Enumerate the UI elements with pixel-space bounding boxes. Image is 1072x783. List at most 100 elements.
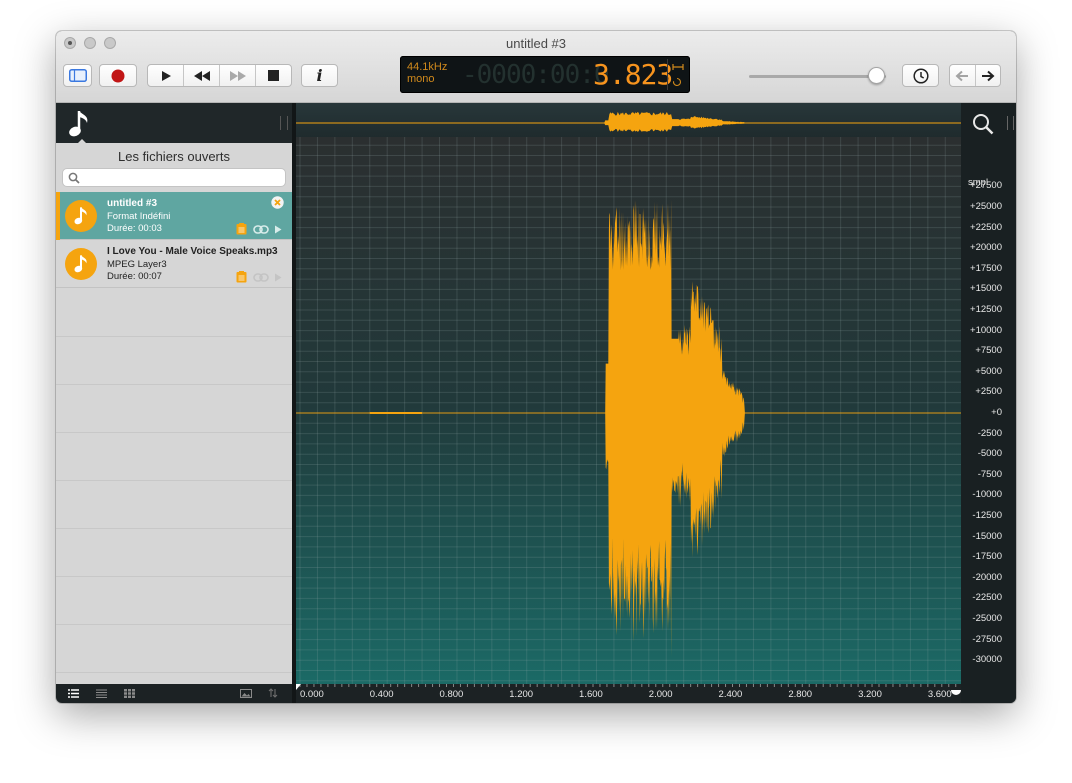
empty-row-divider <box>56 432 292 433</box>
sidebar-toggle-button[interactable] <box>63 64 92 87</box>
arrow-right-icon <box>981 70 995 81</box>
file-format: MPEG Layer3 <box>107 259 167 270</box>
waveform-editor: 0.000 0.400 0.800 1.200 1.600 2.000 2.400 2.800… <box>296 103 961 703</box>
audio-file-icon <box>65 200 97 232</box>
play-file-icon[interactable] <box>274 273 282 282</box>
sidebar-footer <box>56 684 292 703</box>
time-tick-label: 0.800 <box>439 689 464 700</box>
compact-list-view-icon[interactable] <box>96 689 107 698</box>
play-file-icon[interactable] <box>274 225 282 234</box>
amplitude-tick-label: +2500 <box>975 386 1002 398</box>
sidebar-resize-handle[interactable] <box>280 116 288 130</box>
file-item[interactable]: untitled #3 Format Indéfini Durée: 00:03 <box>56 192 292 240</box>
file-item[interactable]: I Love You - Male Voice Speaks.mp3 MPEG … <box>56 240 292 288</box>
fast-forward-button[interactable] <box>220 65 256 86</box>
empty-row-divider <box>56 480 292 481</box>
rewind-button[interactable] <box>184 65 220 86</box>
time-tick-label: 3.200 <box>858 689 882 700</box>
empty-row-divider <box>56 384 292 385</box>
transport-controls <box>147 64 292 87</box>
empty-row-divider <box>56 336 292 337</box>
empty-row-divider <box>56 672 292 673</box>
amplitude-tick-label: -17500 <box>972 551 1002 563</box>
time-tick-label: 2.800 <box>788 689 813 700</box>
selection-marker <box>56 192 60 240</box>
image-icon[interactable] <box>240 689 252 698</box>
empty-row-divider <box>56 624 292 625</box>
info-icon: i <box>316 66 323 85</box>
lcd-range-icon <box>672 64 684 70</box>
info-button[interactable]: i <box>301 64 338 87</box>
search-icon <box>68 172 80 184</box>
link-icon[interactable] <box>253 273 269 282</box>
lcd-loop-icon <box>673 77 682 87</box>
waveform-canvas[interactable] <box>296 137 961 684</box>
magnifier-icon[interactable] <box>972 113 994 135</box>
zoom-slider-track[interactable] <box>749 75 886 78</box>
arrow-left-icon <box>955 70 969 81</box>
time-display: 44.1kHz mono -0000:00:0 3.823 <box>400 56 690 93</box>
overview-waveform <box>296 111 961 132</box>
link-icon[interactable] <box>253 225 269 234</box>
stop-button[interactable] <box>256 65 291 86</box>
play-button[interactable] <box>148 65 184 86</box>
record-icon <box>111 69 125 82</box>
rewind-icon <box>193 70 210 81</box>
amplitude-tick-label: -5000 <box>977 448 1002 460</box>
music-note-icon[interactable] <box>66 109 92 139</box>
history-button[interactable] <box>902 64 939 87</box>
time-tick-label: 0.400 <box>369 689 394 700</box>
overview-waveform-shape <box>600 111 753 132</box>
search-input[interactable] <box>83 170 285 187</box>
close-file-icon[interactable] <box>271 196 284 209</box>
amplitude-tick-label: +0 <box>991 407 1002 418</box>
fast-forward-icon <box>229 70 246 81</box>
files-sidebar: Les fichiers ouverts untitled #3 Format … <box>56 103 292 703</box>
sort-icon[interactable] <box>268 688 278 698</box>
sidebar-title: Les fichiers ouverts <box>118 149 230 164</box>
back-button[interactable] <box>950 65 976 86</box>
ruler-resize-handle[interactable] <box>1007 116 1014 130</box>
amplitude-tick-label: -25000 <box>972 613 1002 624</box>
window-title: untitled #3 <box>506 36 566 51</box>
amplitude-ruler: smpl +27500 +25000 +22500 +20000 +17500 +1500… <box>961 103 1016 703</box>
amplitude-tick-label: -12500 <box>972 510 1002 521</box>
time-tick-label: 2.400 <box>718 689 743 700</box>
selection-end-marker[interactable] <box>951 690 961 695</box>
navigation-buttons <box>949 64 1001 87</box>
channel-mode: mono <box>407 73 435 85</box>
amplitude-tick-label: +25000 <box>970 201 1002 212</box>
zoom-slider-knob[interactable] <box>868 67 886 84</box>
file-duration: Durée: 00:07 <box>107 271 162 282</box>
waveform-overview[interactable] <box>296 103 961 137</box>
amplitude-tick-label: -20000 <box>972 571 1002 583</box>
forward-button[interactable] <box>976 65 1001 86</box>
amplitude-tick-label: -10000 <box>972 489 1002 501</box>
file-format: Format Indéfini <box>107 211 171 222</box>
file-search-field[interactable] <box>62 168 286 187</box>
time-tick-label: 1.200 <box>509 689 534 700</box>
lcd-separator <box>667 59 668 90</box>
sidebar-header <box>56 103 292 144</box>
amplitude-tick-label: +5000 <box>975 365 1002 377</box>
sample-rate: 44.1kHz <box>407 61 448 73</box>
clipboard-icon[interactable] <box>236 223 247 235</box>
stop-icon <box>268 70 279 81</box>
amplitude-tick-label: +7500 <box>975 345 1002 357</box>
record-button[interactable] <box>99 64 137 87</box>
amplitude-tick-label: +22500 <box>970 221 1002 233</box>
detail-list-view-icon[interactable] <box>68 689 79 698</box>
app-window: untitled #3 i 44.1kHz mono -0000:00:0 3.… <box>56 31 1016 703</box>
amplitude-tick-label: +17500 <box>970 262 1002 274</box>
clipboard-icon[interactable] <box>236 271 247 283</box>
file-name: untitled #3 <box>107 198 158 209</box>
lcd-ghost-digits: -0000:00:0 <box>462 60 610 90</box>
amplitude-tick-label: +10000 <box>970 324 1002 336</box>
time-tick-label: 0.000 <box>300 689 324 700</box>
time-tick-label: 2.000 <box>648 689 673 700</box>
grid-view-icon[interactable] <box>124 689 135 698</box>
amplitude-tick-label: +27500 <box>970 180 1002 192</box>
clock-icon <box>912 67 929 84</box>
amplitude-tick-label: +20000 <box>970 242 1002 254</box>
empty-row-divider <box>56 528 292 529</box>
